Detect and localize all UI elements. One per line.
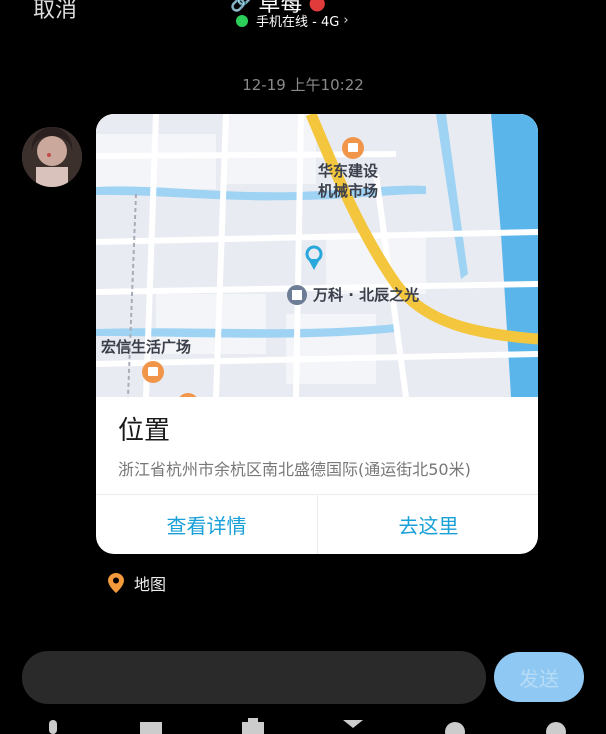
red-packet-icon[interactable] xyxy=(340,714,366,734)
map-pin-icon xyxy=(108,573,124,593)
plus-icon[interactable] xyxy=(543,714,569,734)
location-address: 浙江省杭州市余杭区南北盛德国际(通运街北50米) xyxy=(118,460,471,479)
map-source[interactable]: 地图 xyxy=(108,571,166,595)
send-button[interactable]: 发送 xyxy=(494,652,584,702)
emoji-icon[interactable] xyxy=(442,714,468,734)
view-details-button[interactable]: 查看详情 xyxy=(96,495,317,554)
location-card[interactable]: 华东建设 机械市场 万科 · 北辰之光 宏信生活广场 位置 浙江省杭州市余杭区南… xyxy=(96,114,538,554)
location-title: 位置 xyxy=(118,416,171,446)
image-icon[interactable] xyxy=(138,714,164,734)
map-source-label: 地图 xyxy=(134,575,167,594)
status-text: 手机在线 - 4G xyxy=(256,15,340,30)
map-label-poi-top: 华东建设 机械市场 xyxy=(318,162,379,200)
cancel-button[interactable]: 取消 xyxy=(33,0,77,24)
composer-toolbar xyxy=(0,714,606,734)
online-dot-icon xyxy=(236,14,248,27)
camera-icon[interactable] xyxy=(240,714,266,734)
map-preview[interactable]: 华东建设 机械市场 万科 · 北辰之光 宏信生活广场 xyxy=(96,114,538,415)
map-label-poi-left: 宏信生活广场 xyxy=(101,338,192,356)
online-status[interactable]: 手机在线 - 4G › xyxy=(236,11,349,30)
avatar[interactable] xyxy=(22,127,82,187)
mic-icon[interactable] xyxy=(40,714,66,734)
go-here-button[interactable]: 去这里 xyxy=(318,495,538,554)
message-input[interactable] xyxy=(22,651,486,704)
chevron-right-icon: › xyxy=(343,13,349,28)
message-timestamp: 12-19 上午10:22 xyxy=(242,76,364,94)
map-label-poi-center: 万科 · 北辰之光 xyxy=(313,286,420,304)
